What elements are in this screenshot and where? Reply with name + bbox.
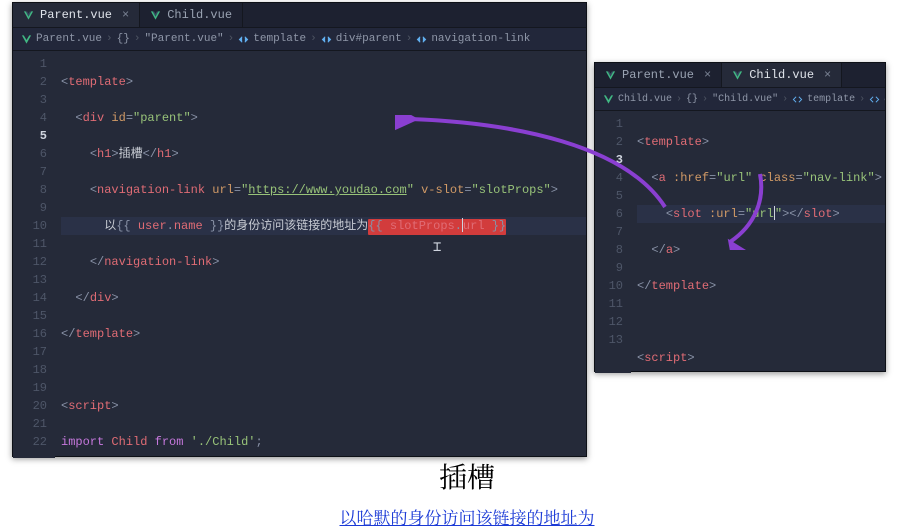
- vue-icon: [23, 10, 34, 21]
- tag-icon: [321, 34, 332, 45]
- crumb-template[interactable]: template: [807, 94, 855, 105]
- tab-child-vue[interactable]: Child.vue: [140, 3, 243, 27]
- code-row[interactable]: </template>: [637, 277, 885, 295]
- tag-icon: [238, 34, 249, 45]
- crumb-braces[interactable]: {}: [686, 94, 698, 105]
- crumb-braces[interactable]: {}: [117, 33, 130, 45]
- code-row[interactable]: <a :href="url" class="nav-link">: [637, 169, 885, 187]
- text-caret: [774, 206, 775, 220]
- output-heading: 插槽: [237, 456, 697, 496]
- breadcrumb[interactable]: Child.vue› {}› "Child.vue"› template› a.…: [595, 88, 885, 111]
- tab-bar: Parent.vue × Child.vue: [13, 3, 586, 28]
- code-area[interactable]: 1234 5678 9101112 13 <template> <a :href…: [595, 111, 885, 373]
- code-row[interactable]: <navigation-link url="https://www.youdao…: [61, 181, 586, 199]
- code-row-current[interactable]: <slot :url="url"></slot>: [637, 205, 885, 223]
- line-gutter: 1234 5678 9101112 13141516 17181920 2122: [13, 51, 55, 458]
- tab-parent-vue[interactable]: Parent.vue ×: [595, 63, 722, 87]
- code-row[interactable]: import Child from './Child';: [61, 433, 586, 451]
- code-row[interactable]: <template>: [61, 73, 586, 91]
- editor-pane-right: Parent.vue × Child.vue × Child.vue› {}› …: [594, 62, 886, 372]
- close-icon[interactable]: ×: [704, 68, 711, 82]
- code-row[interactable]: </template>: [61, 325, 586, 343]
- line-gutter: 1234 5678 9101112 13: [595, 111, 631, 373]
- code-row[interactable]: [61, 361, 586, 379]
- vue-icon: [603, 94, 614, 105]
- code-row[interactable]: <div id="parent">: [61, 109, 586, 127]
- crumb-template[interactable]: template: [253, 33, 306, 45]
- crumb-file[interactable]: Parent.vue: [36, 33, 102, 45]
- code-row[interactable]: </a>: [637, 241, 885, 259]
- tag-icon: [792, 94, 803, 105]
- crumb-name[interactable]: "Parent.vue": [144, 33, 223, 45]
- tab-label: Parent.vue: [40, 8, 112, 22]
- code-row[interactable]: <template>: [637, 133, 885, 151]
- code-area[interactable]: 1234 5678 9101112 13141516 17181920 2122…: [13, 51, 586, 458]
- code-lines[interactable]: <template> <div id="parent"> <h1>插槽</h1>…: [55, 51, 586, 458]
- close-icon[interactable]: ×: [122, 8, 129, 22]
- crumb-a[interactable]: a.nav-link: [884, 94, 885, 105]
- vue-icon: [732, 70, 743, 81]
- code-row[interactable]: <script>: [61, 397, 586, 415]
- tag-icon: [869, 94, 880, 105]
- vue-icon: [605, 70, 616, 81]
- code-row[interactable]: <script>: [637, 349, 885, 367]
- tab-bar: Parent.vue × Child.vue ×: [595, 63, 885, 88]
- crumb-file[interactable]: Child.vue: [618, 94, 672, 105]
- crumb-div[interactable]: div#parent: [336, 33, 402, 45]
- tab-label: Parent.vue: [622, 68, 694, 82]
- vue-icon: [21, 34, 32, 45]
- tag-icon: [416, 34, 427, 45]
- code-row-current[interactable]: 以{{ user.name }}的身份访问该链接的地址为{{ slotProps…: [61, 217, 586, 235]
- vue-icon: [150, 10, 161, 21]
- tab-child-vue[interactable]: Child.vue ×: [722, 63, 842, 87]
- editor-pane-left: Parent.vue × Child.vue Parent.vue› {}› "…: [12, 2, 587, 457]
- tab-label: Child.vue: [749, 68, 814, 82]
- rendered-output: 插槽 以哈默的身份访问该链接的地址为https://www.youdao.com: [237, 456, 697, 526]
- code-row[interactable]: <h1>插槽</h1>: [61, 145, 586, 163]
- code-row[interactable]: [637, 313, 885, 331]
- breadcrumb[interactable]: Parent.vue› {}› "Parent.vue"› template› …: [13, 28, 586, 51]
- code-row[interactable]: </div>: [61, 289, 586, 307]
- tab-parent-vue[interactable]: Parent.vue ×: [13, 3, 140, 27]
- code-row[interactable]: </navigation-link>: [61, 253, 586, 271]
- close-icon[interactable]: ×: [824, 68, 831, 82]
- crumb-name[interactable]: "Child.vue": [712, 94, 778, 105]
- crumb-navlink[interactable]: navigation-link: [431, 33, 530, 45]
- output-link[interactable]: 以哈默的身份访问该链接的地址为https://www.youdao.com: [340, 504, 595, 526]
- code-lines[interactable]: <template> <a :href="url" class="nav-lin…: [631, 111, 885, 373]
- tab-label: Child.vue: [167, 8, 232, 22]
